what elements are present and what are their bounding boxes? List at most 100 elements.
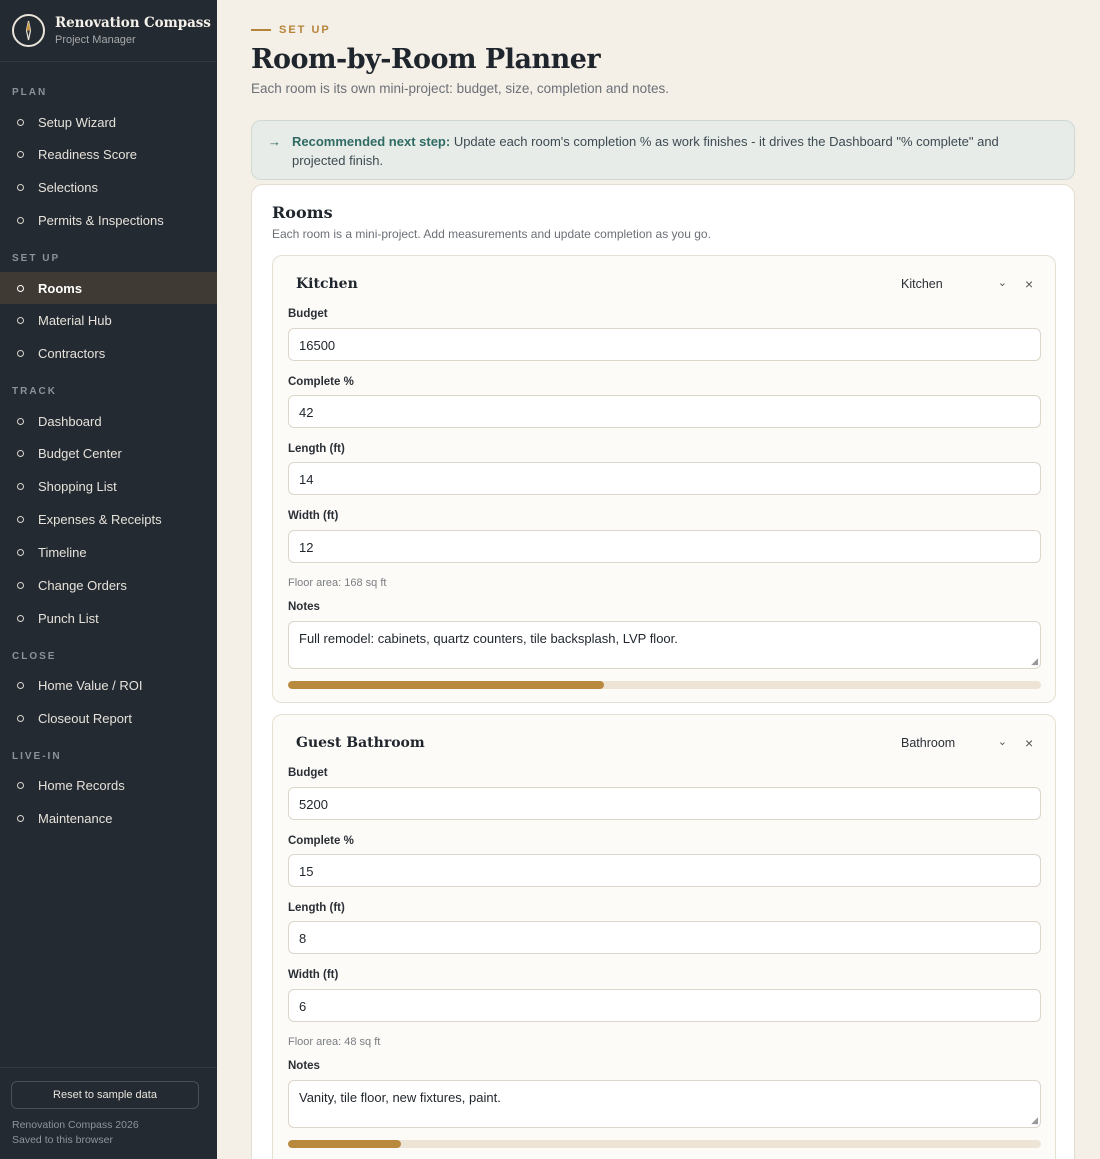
eyebrow-label: SET UP xyxy=(279,24,331,36)
room-type-select[interactable]: Bathroom ⌄ xyxy=(901,736,1007,750)
progress-bar xyxy=(288,681,1041,689)
sidebar-item-setup-wizard[interactable]: Setup Wizard xyxy=(0,106,217,138)
sidebar-item-label: Closeout Report xyxy=(38,710,132,726)
floor-area-text: Floor area: 48 sq ft xyxy=(288,1036,381,1048)
sidebar-item-expenses[interactable]: Expenses & Receipts xyxy=(0,503,217,535)
sidebar-item-punch-list[interactable]: Punch List xyxy=(0,602,217,634)
bullet-icon xyxy=(17,482,24,490)
rooms-card-title: Rooms xyxy=(272,203,333,222)
sidebar-item-closeout-report[interactable]: Closeout Report xyxy=(0,702,217,734)
sidebar-item-label: Readiness Score xyxy=(38,146,137,162)
resize-grip-icon[interactable]: ◢ xyxy=(1031,656,1038,667)
bullet-icon xyxy=(17,449,24,457)
reset-sample-data-button[interactable]: Reset to sample data xyxy=(11,1081,199,1109)
notes-label: Notes xyxy=(288,601,320,613)
nav-section-plan: PLAN xyxy=(12,87,48,98)
sidebar-item-label: Material Hub xyxy=(38,312,112,328)
sidebar-item-maintenance[interactable]: Maintenance xyxy=(0,802,217,834)
brand[interactable]: Renovation Compass Project Manager xyxy=(0,0,217,62)
sidebar-item-label: Home Value / ROI xyxy=(38,677,143,693)
bullet-icon xyxy=(17,349,24,357)
progress-bar xyxy=(288,1140,1041,1148)
width-input[interactable]: 6 xyxy=(288,989,1041,1022)
sidebar-item-label: Home Records xyxy=(38,777,125,793)
sidebar-item-label: Shopping List xyxy=(38,478,117,494)
width-input[interactable]: 12 xyxy=(288,530,1041,563)
sidebar-item-label: Punch List xyxy=(38,610,99,626)
bullet-icon xyxy=(17,548,24,556)
length-label: Length (ft) xyxy=(288,902,345,914)
sidebar-item-rooms[interactable]: Rooms xyxy=(0,272,217,304)
sidebar-item-shopping-list[interactable]: Shopping List xyxy=(0,470,217,502)
sidebar-item-label: Timeline xyxy=(38,544,87,560)
sidebar-item-budget-center[interactable]: Budget Center xyxy=(0,437,217,469)
bullet-icon xyxy=(17,581,24,589)
sidebar-item-label: Rooms xyxy=(38,280,83,296)
room-type-value: Bathroom xyxy=(901,736,956,750)
budget-input[interactable]: 16500 xyxy=(288,328,1041,361)
bullet-icon xyxy=(17,681,24,689)
sidebar-item-change-orders[interactable]: Change Orders xyxy=(0,569,217,601)
rooms-card-subtitle: Each room is a mini-project. Add measure… xyxy=(272,227,711,241)
sidebar-item-home-value[interactable]: Home Value / ROI xyxy=(0,669,217,701)
budget-input[interactable]: 5200 xyxy=(288,787,1041,820)
remove-room-close-icon[interactable]: × xyxy=(1025,735,1033,751)
room-card-kitchen: Kitchen Kitchen ⌄ × Budget 16500 Complete… xyxy=(272,255,1056,703)
complete-label: Complete % xyxy=(288,376,354,388)
sidebar-item-label: Expenses & Receipts xyxy=(38,511,162,527)
bullet-icon xyxy=(17,118,24,126)
notes-value: Full remodel: cabinets, quartz counters,… xyxy=(299,631,678,646)
length-input[interactable]: 8 xyxy=(288,921,1041,954)
sidebar-item-label: Selections xyxy=(38,179,98,195)
brand-title: Renovation Compass xyxy=(55,15,211,31)
budget-label: Budget xyxy=(288,308,328,320)
sidebar-item-timeline[interactable]: Timeline xyxy=(0,536,217,568)
progress-fill xyxy=(288,1140,401,1148)
bullet-icon xyxy=(17,284,24,292)
sidebar-footer: Reset to sample data Renovation Compass … xyxy=(0,1067,217,1159)
recommendation-banner: → Recommended next step: Update each roo… xyxy=(251,120,1075,180)
page-title: Room-by-Room Planner xyxy=(251,44,601,75)
sidebar-item-label: Setup Wizard xyxy=(38,114,117,130)
room-type-select[interactable]: Kitchen ⌄ xyxy=(901,277,1007,291)
sidebar-item-material-hub[interactable]: Material Hub xyxy=(0,304,217,336)
complete-input[interactable]: 42 xyxy=(288,395,1041,428)
sidebar-item-selections[interactable]: Selections xyxy=(0,171,217,203)
width-label: Width (ft) xyxy=(288,969,339,981)
copyright-text: Renovation Compass 2026 xyxy=(12,1119,139,1131)
brand-subtitle: Project Manager xyxy=(55,34,136,46)
remove-room-close-icon[interactable]: × xyxy=(1025,276,1033,292)
room-name[interactable]: Guest Bathroom xyxy=(296,735,425,751)
page-subtitle: Each room is its own mini-project: budge… xyxy=(251,81,669,96)
sidebar: Renovation Compass Project Manager PLAN … xyxy=(0,0,217,1159)
width-label: Width (ft) xyxy=(288,510,339,522)
page-eyebrow: SET UP xyxy=(251,24,331,36)
bullet-icon xyxy=(17,515,24,523)
sidebar-item-permits[interactable]: Permits & Inspections xyxy=(0,204,217,236)
sidebar-item-readiness-score[interactable]: Readiness Score xyxy=(0,138,217,170)
sidebar-item-dashboard[interactable]: Dashboard xyxy=(0,405,217,437)
notes-textarea[interactable]: Full remodel: cabinets, quartz counters,… xyxy=(288,621,1041,669)
sidebar-item-label: Maintenance xyxy=(38,810,113,826)
arrow-right-icon: → xyxy=(268,134,281,149)
room-type-value: Kitchen xyxy=(901,277,943,291)
sidebar-item-label: Permits & Inspections xyxy=(38,212,164,228)
notes-textarea[interactable]: Vanity, tile floor, new fixtures, paint.… xyxy=(288,1080,1041,1128)
bullet-icon xyxy=(17,417,24,425)
rooms-card: Rooms Each room is a mini-project. Add m… xyxy=(251,184,1075,1159)
resize-grip-icon[interactable]: ◢ xyxy=(1031,1115,1038,1126)
sidebar-item-label: Contractors xyxy=(38,345,106,361)
sidebar-item-label: Dashboard xyxy=(38,413,102,429)
length-label: Length (ft) xyxy=(288,443,345,455)
compass-icon xyxy=(12,14,45,47)
nav-section-live-in: LIVE-IN xyxy=(12,751,62,762)
sidebar-item-home-records[interactable]: Home Records xyxy=(0,769,217,801)
notes-label: Notes xyxy=(288,1060,320,1072)
sidebar-item-contractors[interactable]: Contractors xyxy=(0,337,217,369)
bullet-icon xyxy=(17,183,24,191)
room-name[interactable]: Kitchen xyxy=(296,276,358,292)
chevron-down-icon: ⌄ xyxy=(997,277,1007,289)
length-input[interactable]: 14 xyxy=(288,462,1041,495)
complete-input[interactable]: 15 xyxy=(288,854,1041,887)
sidebar-item-label: Budget Center xyxy=(38,445,122,461)
